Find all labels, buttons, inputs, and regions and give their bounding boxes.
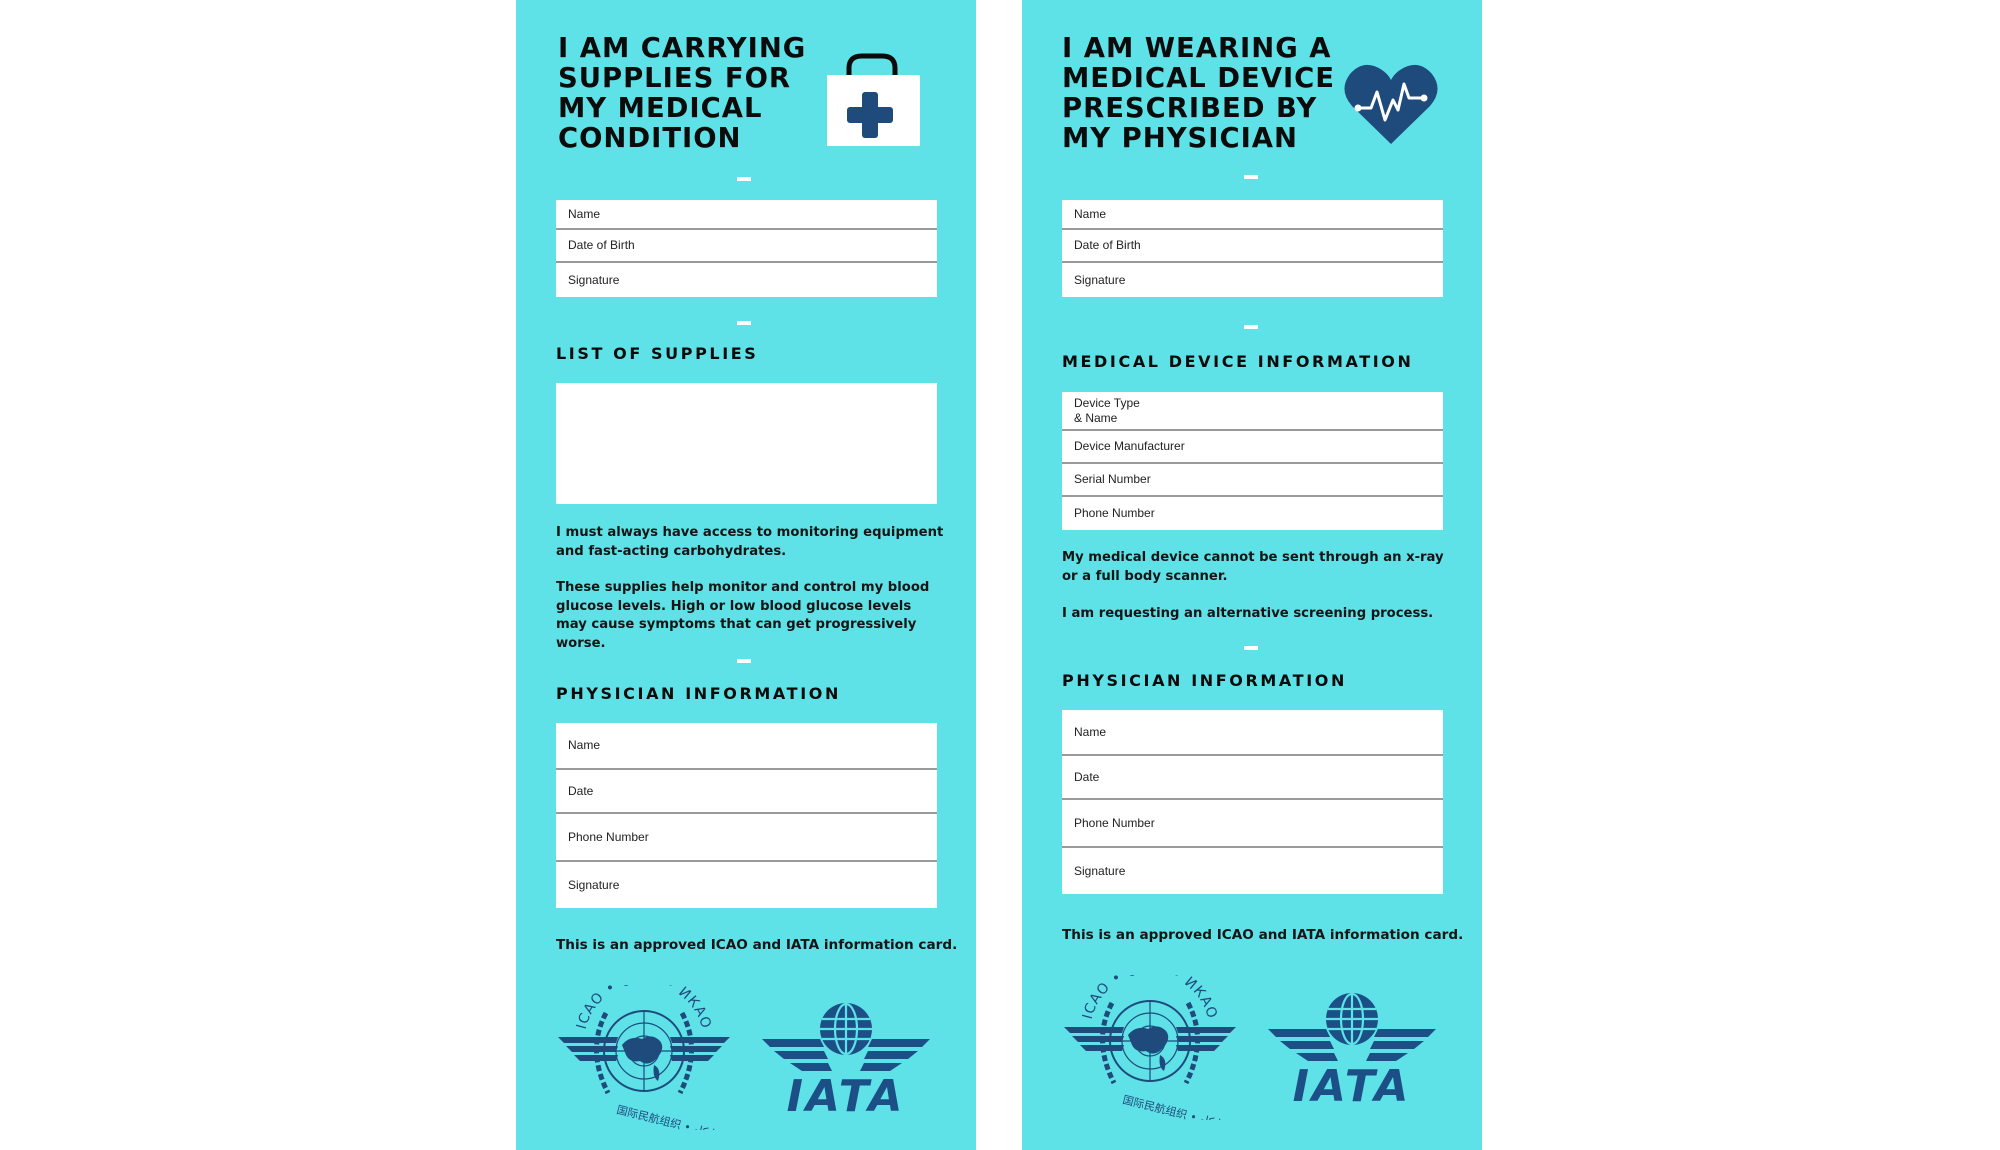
field-label: Date bbox=[568, 783, 594, 798]
title-line: I AM WEARING A bbox=[1062, 31, 1332, 64]
title-line: MEDICAL DEVICE bbox=[1062, 61, 1336, 94]
icao-bottom-text: 国际民航组织 • ايكاو bbox=[615, 1102, 716, 1130]
divider-dash bbox=[1244, 646, 1258, 650]
physician-date-field[interactable]: Date bbox=[1062, 756, 1443, 800]
field-label: Signature bbox=[568, 272, 620, 287]
iata-wordmark: IATA bbox=[1293, 1061, 1412, 1105]
physician-info-form: Name Date Phone Number Signature bbox=[556, 723, 937, 908]
field-label: Phone Number bbox=[568, 829, 649, 844]
device-info-form: Device Type & Name Device Manufacturer S… bbox=[1062, 392, 1443, 530]
divider-dash bbox=[1244, 175, 1258, 179]
field-label: Name bbox=[568, 206, 601, 221]
date-of-birth-field[interactable]: Date of Birth bbox=[1062, 230, 1443, 263]
monitoring-paragraph: I must always have access to monitoring … bbox=[556, 525, 944, 559]
divider-dash bbox=[737, 659, 751, 663]
iata-wordmark: IATA bbox=[787, 1071, 906, 1115]
field-label: Signature bbox=[568, 877, 620, 892]
personal-info-form: Name Date of Birth Signature bbox=[1062, 200, 1443, 297]
card-title: I AM CARRYING SUPPLIES FOR MY MEDICAL CO… bbox=[558, 33, 806, 153]
iata-logo: IATA bbox=[1268, 993, 1436, 1105]
title-line: MY MEDICAL bbox=[558, 91, 763, 124]
physician-signature-field[interactable]: Signature bbox=[1062, 848, 1443, 894]
title-line: I AM CARRYING bbox=[558, 31, 807, 64]
name-field[interactable]: Name bbox=[1062, 200, 1443, 230]
glucose-paragraph: These supplies help monitor and control … bbox=[556, 580, 930, 651]
field-label: Name bbox=[1074, 724, 1107, 739]
field-label: Phone Number bbox=[1074, 506, 1155, 520]
icao-bottom-text: 国际民航组织 • ايكاو bbox=[1121, 1092, 1222, 1120]
medical-kit-icon bbox=[822, 50, 920, 148]
physician-name-field[interactable]: Name bbox=[556, 723, 937, 770]
personal-info-form: Name Date of Birth Signature bbox=[556, 200, 937, 297]
title-line: CONDITION bbox=[558, 121, 742, 154]
physician-phone-field[interactable]: Phone Number bbox=[1062, 800, 1443, 848]
signature-field[interactable]: Signature bbox=[1062, 263, 1443, 297]
field-label: Phone Number bbox=[1074, 815, 1155, 830]
xray-warning-paragraph: My medical device cannot be sent through… bbox=[1062, 550, 1444, 584]
field-label: Device Type & Name bbox=[1074, 395, 1140, 425]
screening-request-paragraph: I am requesting an alternative screening… bbox=[1062, 606, 1434, 621]
approval-statement: This is an approved ICAO and IATA inform… bbox=[556, 937, 958, 953]
medical-supplies-card: I AM CARRYING SUPPLIES FOR MY MEDICAL CO… bbox=[516, 0, 976, 1150]
divider-dash bbox=[737, 321, 751, 325]
physician-name-field[interactable]: Name bbox=[1062, 710, 1443, 756]
field-label: Name bbox=[568, 738, 601, 752]
physician-date-field[interactable]: Date bbox=[556, 770, 937, 814]
field-label: Signature bbox=[1074, 272, 1126, 287]
physician-signature-field[interactable]: Signature bbox=[556, 862, 937, 908]
divider-dash bbox=[737, 177, 751, 181]
field-label: Serial Number bbox=[1074, 472, 1151, 486]
signature-field[interactable]: Signature bbox=[556, 263, 937, 297]
title-line: SUPPLIES FOR bbox=[558, 61, 791, 94]
supplies-list-input[interactable] bbox=[556, 383, 937, 504]
icao-logo: ICAO • OACI • ИКАО 国际民航组织 • ايكاو bbox=[1062, 975, 1238, 1120]
card-title: I AM WEARING A MEDICAL DEVICE PRESCRIBED… bbox=[1062, 33, 1335, 153]
icao-logo: ICAO • OACI • ИКАО 国际民航组织 • ايكاو bbox=[556, 985, 732, 1130]
divider-dash bbox=[1244, 325, 1258, 329]
date-of-birth-field[interactable]: Date of Birth bbox=[556, 230, 937, 263]
field-label: Signature bbox=[1074, 863, 1126, 878]
title-line: PRESCRIBED BY bbox=[1062, 91, 1318, 124]
field-label: Device Manufacturer bbox=[1074, 439, 1185, 453]
physician-info-form: Name Date Phone Number Signature bbox=[1062, 710, 1443, 894]
title-line: MY PHYSICIAN bbox=[1062, 121, 1298, 154]
field-label: Date of Birth bbox=[1074, 238, 1141, 252]
list-of-supplies-heading: LIST OF SUPPLIES bbox=[556, 344, 759, 363]
name-field[interactable]: Name bbox=[556, 200, 937, 230]
field-label: Date of Birth bbox=[568, 238, 635, 252]
iata-logo: IATA bbox=[762, 1003, 930, 1115]
medical-device-card: I AM WEARING A MEDICAL DEVICE PRESCRIBED… bbox=[1022, 0, 1482, 1150]
physician-information-heading: PHYSICIAN INFORMATION bbox=[1062, 671, 1347, 690]
device-phone-number-field[interactable]: Phone Number bbox=[1062, 497, 1443, 530]
medical-device-information-heading: MEDICAL DEVICE INFORMATION bbox=[1062, 352, 1414, 371]
field-label: Date bbox=[1074, 769, 1100, 784]
approval-statement: This is an approved ICAO and IATA inform… bbox=[1062, 927, 1464, 943]
field-label: Name bbox=[1074, 206, 1107, 221]
device-manufacturer-field[interactable]: Device Manufacturer bbox=[1062, 431, 1443, 464]
physician-information-heading: PHYSICIAN INFORMATION bbox=[556, 684, 841, 703]
device-type-name-field[interactable]: Device Type & Name bbox=[1062, 392, 1443, 431]
physician-phone-field[interactable]: Phone Number bbox=[556, 814, 937, 862]
serial-number-field[interactable]: Serial Number bbox=[1062, 464, 1443, 497]
heartbeat-heart-icon bbox=[1344, 62, 1438, 146]
